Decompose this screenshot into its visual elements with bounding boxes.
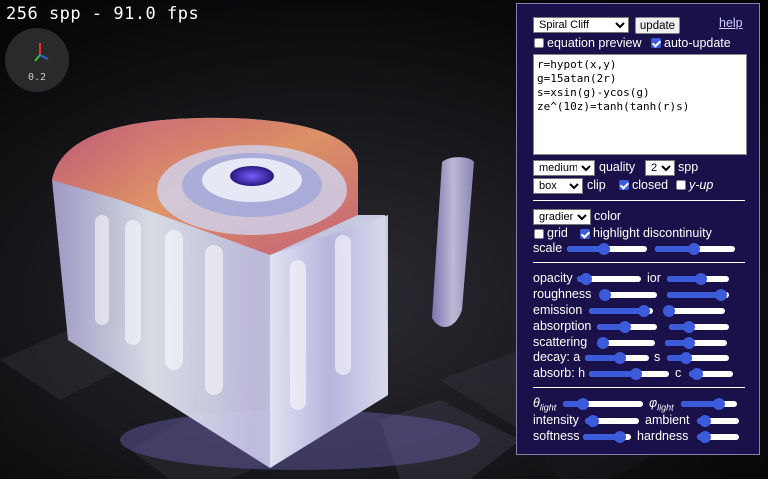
decay-a-label: decay: a bbox=[533, 350, 581, 364]
clip-select[interactable]: box bbox=[533, 178, 583, 194]
divider bbox=[533, 387, 745, 388]
roughness-slider-b[interactable] bbox=[667, 288, 729, 302]
grid-checkbox[interactable] bbox=[534, 229, 544, 239]
auto-update-label: auto-update bbox=[664, 36, 731, 50]
absorb-c-label: c bbox=[675, 366, 682, 380]
quality-select[interactable]: medium bbox=[533, 160, 595, 176]
spp-select[interactable]: 2⁸ bbox=[645, 160, 675, 176]
closed-checkbox[interactable] bbox=[619, 180, 629, 190]
scattering-label: scattering bbox=[533, 335, 588, 349]
quality-label: quality bbox=[599, 160, 636, 174]
phi-light-label: φlight bbox=[649, 396, 674, 413]
highlight-discontinuity-checkbox[interactable] bbox=[580, 229, 590, 239]
scattering-slider[interactable] bbox=[597, 336, 655, 350]
softness-slider[interactable] bbox=[583, 430, 631, 444]
absorption-slider-b[interactable] bbox=[669, 320, 729, 334]
auto-update-checkbox[interactable] bbox=[651, 38, 661, 48]
closed-label: closed bbox=[632, 178, 669, 192]
emission-slider-b[interactable] bbox=[663, 304, 725, 318]
emission-slider[interactable] bbox=[589, 304, 653, 318]
equation-preview-label: equation preview bbox=[547, 36, 642, 50]
absorb-c-slider[interactable] bbox=[689, 367, 733, 381]
hardness-slider[interactable] bbox=[697, 430, 739, 444]
softness-label: softness bbox=[533, 429, 580, 443]
theta-light-slider[interactable] bbox=[563, 397, 643, 411]
ambient-slider[interactable] bbox=[697, 414, 739, 428]
axis-gizmo[interactable]: 0.2 bbox=[5, 28, 69, 92]
roughness-label: roughness bbox=[533, 287, 592, 301]
clip-label: clip bbox=[587, 178, 606, 192]
phi-light-slider[interactable] bbox=[681, 397, 737, 411]
theta-light-label: θlight bbox=[533, 396, 557, 413]
absorption-label: absorption bbox=[533, 319, 592, 333]
yup-checkbox[interactable] bbox=[676, 180, 686, 190]
opacity-label: opacity bbox=[533, 271, 573, 285]
color-select[interactable]: gradient bbox=[533, 209, 591, 225]
grid-label: grid bbox=[547, 226, 568, 240]
absorb-h-label: absorb: h bbox=[533, 366, 586, 380]
preset-select[interactable]: Spiral Cliff bbox=[533, 17, 629, 33]
hardness-label: hardness bbox=[637, 429, 689, 443]
decay-s-label: s bbox=[654, 350, 661, 364]
divider bbox=[533, 262, 745, 263]
help-link[interactable]: help bbox=[719, 16, 743, 30]
ior-label: ior bbox=[647, 271, 661, 285]
spp-label: spp bbox=[678, 160, 699, 174]
opacity-slider[interactable] bbox=[577, 272, 641, 286]
equation-input[interactable] bbox=[533, 54, 747, 155]
roughness-slider[interactable] bbox=[599, 288, 657, 302]
decay-a-slider[interactable] bbox=[585, 351, 649, 365]
color-label: color bbox=[594, 209, 622, 223]
decay-s-slider[interactable] bbox=[667, 351, 729, 365]
yup-label: y-up bbox=[689, 178, 714, 192]
control-panel: Spiral Cliff update help equation previe… bbox=[516, 3, 760, 455]
highlight-discontinuity-label: highlight discontinuity bbox=[593, 226, 712, 240]
absorb-h-slider[interactable] bbox=[589, 367, 669, 381]
divider bbox=[533, 200, 745, 201]
ambient-label: ambient bbox=[645, 413, 690, 427]
intensity-label: intensity bbox=[533, 413, 579, 427]
intensity-slider[interactable] bbox=[585, 414, 639, 428]
scale-slider-2[interactable] bbox=[655, 242, 735, 256]
absorption-slider[interactable] bbox=[597, 320, 657, 334]
scattering-slider-b[interactable] bbox=[665, 336, 727, 350]
gizmo-scale-label: 0.2 bbox=[27, 72, 47, 83]
ior-slider[interactable] bbox=[667, 272, 729, 286]
fps-counter: 256 spp - 91.0 fps bbox=[6, 4, 200, 24]
update-button[interactable]: update bbox=[635, 17, 680, 34]
emission-label: emission bbox=[533, 303, 583, 317]
scale-label: scale bbox=[533, 241, 563, 255]
scale-slider-1[interactable] bbox=[567, 242, 647, 256]
equation-preview-checkbox[interactable] bbox=[534, 38, 544, 48]
